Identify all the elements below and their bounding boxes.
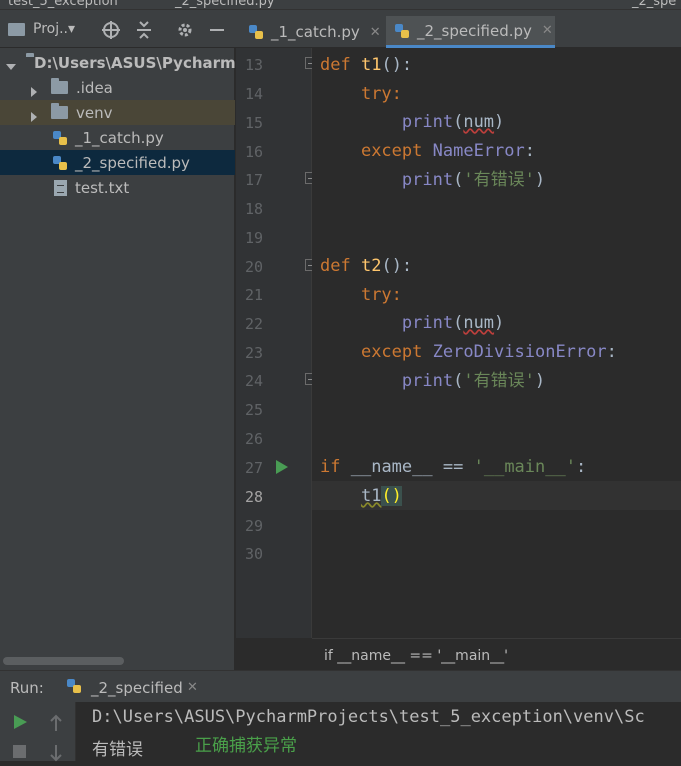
nav-right-file[interactable]: _2_spe [632,0,676,9]
code-line: except ZeroDivisionError: [360,342,617,362]
text-file-icon [54,179,67,196]
run-console[interactable]: D:\Users\ASUS\PycharmProjects\test_5_exc… [77,702,681,761]
collapse-all-icon[interactable] [133,19,155,41]
tree-item-venv[interactable]: venv [0,100,235,125]
line-number: 21 [244,286,263,304]
line-number: 23 [244,344,263,362]
expanded-arrow-icon[interactable] [6,58,16,70]
tree-item-label: _1_catch.py [75,128,164,147]
editor-toolbar: Proj..▾ _1_catch.py ✕ _2_specified.py ✕ [0,10,681,48]
tree-item-label: test.txt [75,178,130,197]
code-line: try: [360,84,402,104]
line-number: 27 [244,459,263,477]
minimize-icon[interactable] [206,19,228,41]
down-arrow-icon[interactable] [48,744,64,762]
gear-icon[interactable] [174,19,196,41]
code-line-current: t1() [360,486,402,506]
line-number: 29 [244,517,263,535]
nav-project[interactable]: test_5_exception [8,0,118,9]
line-number: 22 [244,315,263,333]
tree-item-label: .idea [76,78,113,97]
horizontal-scrollbar[interactable] [3,657,124,665]
tree-item-idea[interactable]: .idea [0,75,235,100]
tree-item-label: venv [76,103,113,122]
close-tab-icon[interactable]: ✕ [542,23,553,38]
rerun-icon[interactable] [12,714,28,730]
line-number: 18 [244,200,263,218]
navigation-bar: test_5_exception _2_specified.py _2_spe [0,0,681,10]
editor-gutter: 13 14 15 16 17 18 19 20 21 22 23 24 25 2… [236,48,316,638]
close-tab-icon[interactable]: ✕ [370,25,381,40]
folder-icon [51,103,68,119]
run-toolbar [0,702,76,762]
python-file-icon [66,678,82,694]
tab-label: _2_specified.py [417,21,532,40]
line-number: 16 [244,143,263,161]
collapsed-arrow-icon[interactable] [29,83,39,97]
tree-item-label: _2_specified.py [75,153,190,172]
project-tool-window-button[interactable]: Proj..▾ [8,19,75,39]
console-command: D:\Users\ASUS\PycharmProjects\test_5_exc… [92,707,645,727]
locate-crosshair-icon[interactable] [100,19,122,41]
folder-icon [8,22,25,36]
tab-2-specified[interactable]: _2_specified.py ✕ [386,16,555,48]
code-line: except NameError: [360,141,535,161]
tree-item-1-catch[interactable]: _1_catch.py [0,125,235,150]
folder-icon [51,78,68,94]
code-line: print('有错误') [401,170,546,190]
line-number: 30 [244,545,263,563]
editor-breadcrumb[interactable]: if __name__ == '__main__' [312,638,681,670]
run-panel-header: Run: _2_specified ✕ [0,670,681,702]
line-number: 25 [244,401,263,419]
project-panel: D:\Users\ASUS\Pycharm .idea venv _1_catc… [0,48,235,670]
code-line: def t1(): [320,55,413,75]
code-line: print(num) [401,112,505,132]
project-view-label: Proj..▾ [33,21,76,37]
tree-item-2-specified[interactable]: _2_specified.py [0,150,235,175]
code-line: try: [360,285,402,305]
line-number: 24 [244,372,263,390]
tab-1-catch[interactable]: _1_catch.py ✕ [240,16,382,48]
python-file-icon [52,155,68,171]
line-number: 13 [244,56,263,74]
nav-file[interactable]: _2_specified.py [175,0,275,9]
code-editor[interactable]: def t1(): try: print(num) except NameErr… [312,48,681,638]
collapsed-arrow-icon[interactable] [29,108,39,122]
code-line: print('有错误') [401,371,546,391]
python-file-icon [394,23,410,39]
code-line: print(num) [401,313,505,333]
run-label: Run: [10,679,44,697]
tree-item-label: D:\Users\ASUS\Pycharm [34,53,235,72]
run-config-tab[interactable]: _2_specified [91,679,183,697]
console-output-line: 正确捕获异常 [195,736,297,756]
run-gutter-icon[interactable] [275,459,289,475]
line-number-current: 28 [244,488,263,506]
python-file-icon [248,24,264,40]
code-line: def t2(): [320,256,413,276]
line-number: 15 [244,114,263,132]
close-run-tab-icon[interactable]: ✕ [187,680,198,695]
line-number: 17 [244,171,263,189]
line-number: 19 [244,229,263,247]
console-output-line: 有错误 [92,740,143,760]
up-arrow-icon[interactable] [48,714,64,732]
tree-item-root[interactable]: D:\Users\ASUS\Pycharm [0,50,235,75]
stop-icon[interactable] [13,745,26,758]
line-number: 20 [244,258,263,276]
line-number: 14 [244,85,263,103]
python-file-icon [52,130,68,146]
tree-item-test-txt[interactable]: test.txt [0,175,235,200]
code-line: if __name__ == '__main__': [320,457,587,477]
line-number: 26 [244,430,263,448]
tab-label: _1_catch.py [271,23,360,41]
